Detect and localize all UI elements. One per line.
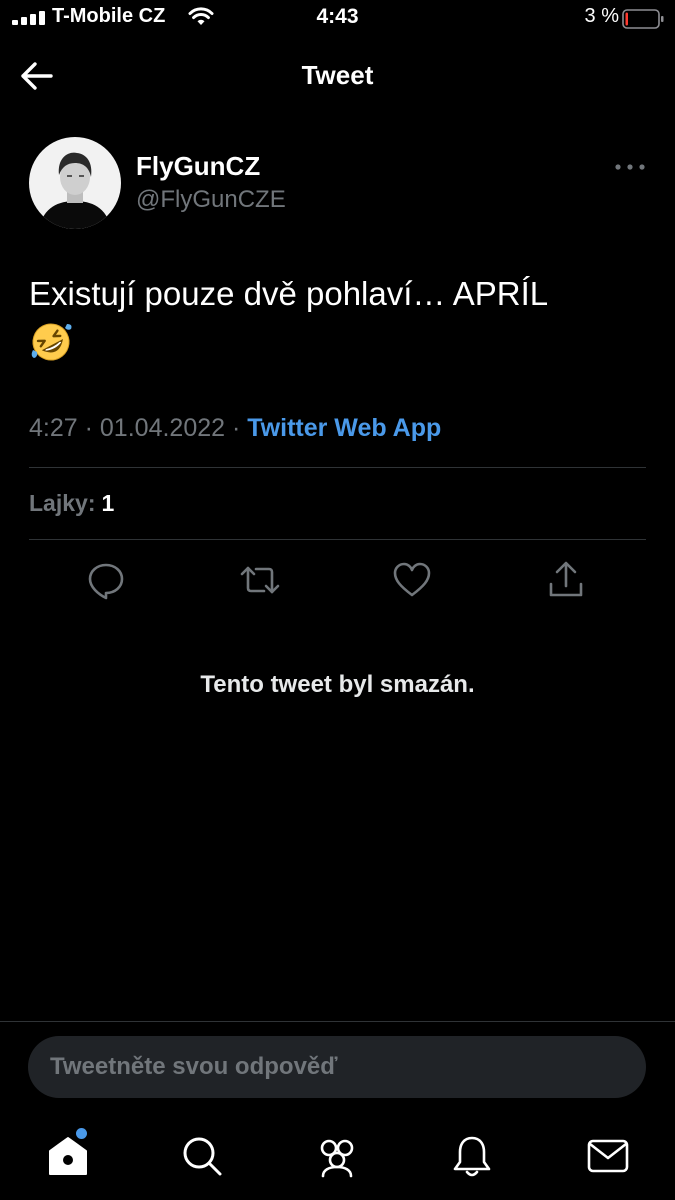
tweet-source-link[interactable]: Twitter Web App (247, 414, 441, 442)
reply-input[interactable] (28, 1036, 646, 1098)
reply-icon[interactable] (86, 560, 126, 600)
share-icon[interactable] (546, 560, 586, 600)
like-icon[interactable] (392, 560, 432, 600)
more-options-icon[interactable] (612, 158, 648, 176)
deleted-tweet-notice: Tento tweet byl smazán. (200, 671, 475, 698)
divider (29, 467, 646, 468)
status-time: 4:43 (316, 5, 359, 28)
likes-count: 1 (101, 490, 115, 516)
author-name[interactable]: FlyGunCZ (136, 151, 260, 182)
avatar-image (29, 137, 121, 229)
likes-summary[interactable]: Lajky: 1 (29, 490, 114, 517)
meta-separator: · (231, 414, 241, 442)
notifications-icon[interactable] (450, 1134, 494, 1178)
battery-icon (622, 9, 664, 29)
communities-icon[interactable] (315, 1134, 359, 1178)
divider (29, 539, 646, 540)
tweet-meta: 4:27 · 01.04.2022 · Twitter Web App (29, 414, 441, 443)
tweet-date: 01.04.2022 (99, 414, 226, 442)
battery-percent: 3 % (584, 5, 619, 27)
home-icon[interactable] (46, 1134, 90, 1178)
meta-separator: · (84, 414, 93, 442)
page-title: Tweet (301, 60, 374, 90)
divider (0, 1021, 675, 1022)
battery-fill (625, 12, 628, 26)
status-bar: T-Mobile CZ 4:43 3 % (0, 0, 675, 40)
author-handle[interactable]: @FlyGunCZE (136, 186, 286, 214)
tweet-text: Existují pouze dvě pohlaví… APRÍL (29, 275, 549, 312)
search-icon[interactable] (180, 1134, 224, 1178)
rolling-on-floor-laughing-emoji (31, 323, 72, 361)
notification-dot (76, 1128, 87, 1139)
avatar[interactable] (29, 137, 121, 229)
messages-icon[interactable] (586, 1134, 630, 1178)
tweet-time: 4:27 (29, 414, 78, 442)
likes-label: Lajky: (29, 490, 96, 516)
retweet-icon[interactable] (240, 560, 280, 600)
